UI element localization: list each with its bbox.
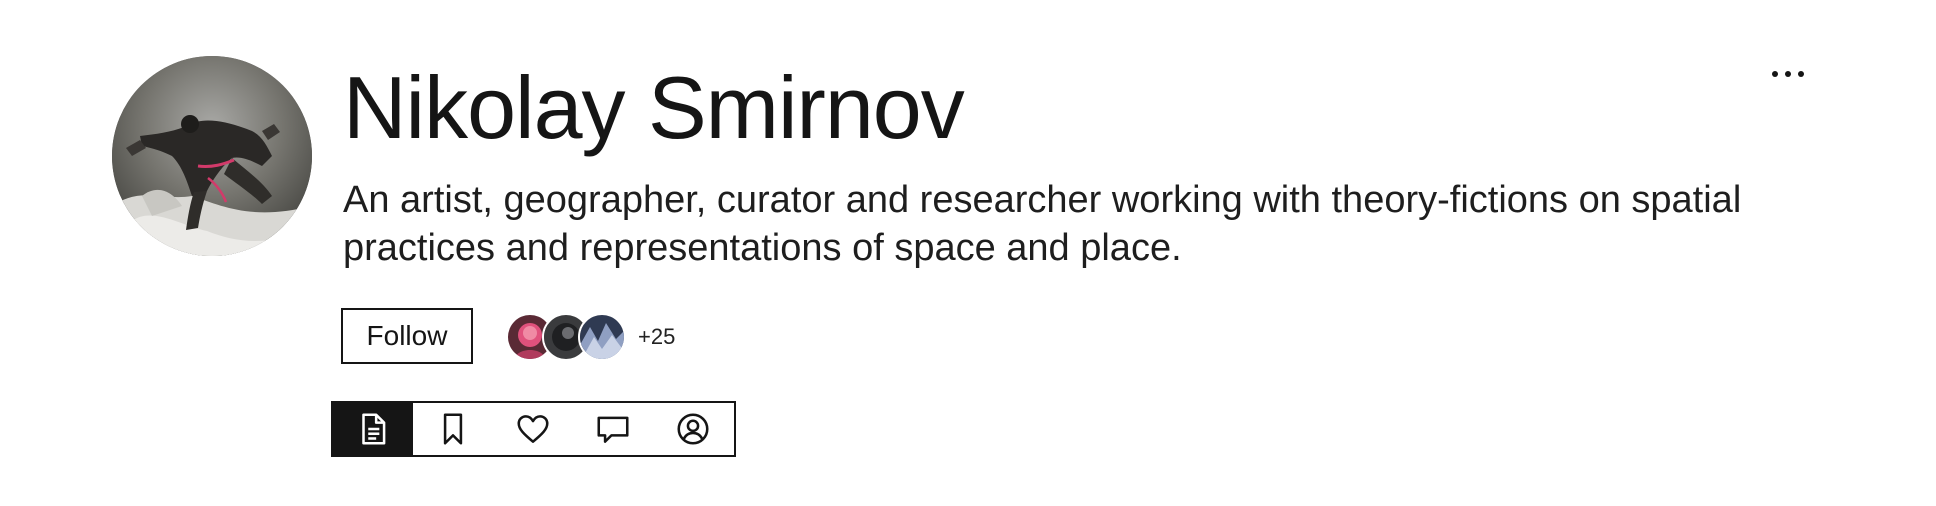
profile-tabs <box>331 401 736 457</box>
tab-comments[interactable] <box>573 403 653 455</box>
follower-avatar <box>578 313 626 361</box>
profile-photo <box>112 56 312 256</box>
more-dot <box>1785 71 1791 77</box>
profile-name: Nikolay Smirnov <box>343 58 965 157</box>
follower-extra-count: +25 <box>638 324 676 349</box>
heart-icon <box>517 415 549 443</box>
followers-preview[interactable]: +25 <box>506 313 676 361</box>
tab-likes[interactable] <box>493 403 573 455</box>
tab-profile[interactable] <box>653 403 733 455</box>
follow-button[interactable]: Follow <box>341 308 473 364</box>
document-icon <box>362 413 386 445</box>
more-options-button[interactable] <box>1766 62 1810 86</box>
user-circle-icon <box>677 413 709 445</box>
more-horizontal-icon <box>1772 71 1778 77</box>
profile-avatar <box>112 56 312 256</box>
bookmark-icon <box>443 413 463 445</box>
tab-posts[interactable] <box>333 403 413 455</box>
profile-bio: An artist, geographer, curator and resea… <box>343 179 1742 269</box>
more-dot <box>1798 71 1804 77</box>
tab-bookmarks[interactable] <box>413 403 493 455</box>
comment-icon <box>597 416 629 443</box>
